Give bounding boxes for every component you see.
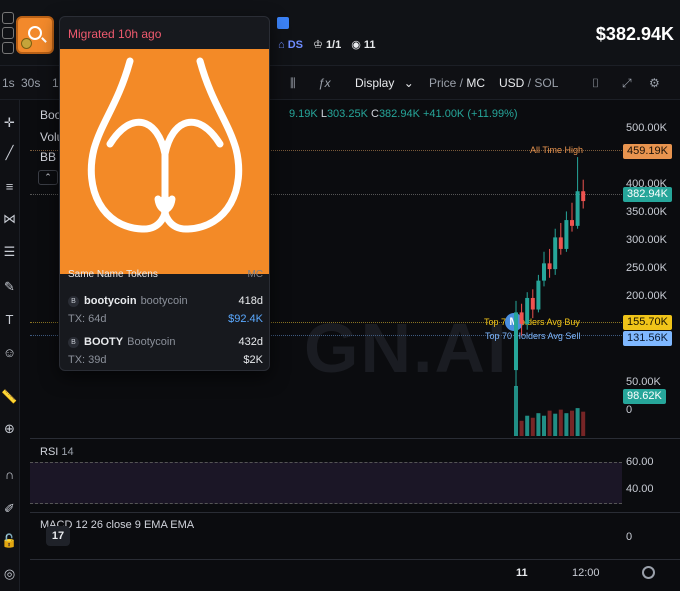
header-mini-icons <box>2 12 14 57</box>
crown-icon: ♔ <box>313 39 323 51</box>
volume-bar <box>536 413 541 436</box>
axis-settings-icon[interactable] <box>642 566 655 579</box>
watchers-stat: ◉ 11 <box>351 39 376 51</box>
volume-bar <box>570 410 574 436</box>
platform-icon: B <box>68 296 79 307</box>
volume-bar <box>547 410 552 436</box>
rsi-level: 40.00 <box>626 483 654 495</box>
volume-bar <box>514 386 518 436</box>
crosshair-icon[interactable]: ✛ <box>1 114 18 131</box>
link-icon[interactable] <box>2 42 14 54</box>
drawing-tools: ✛ ╱ ≡ ⋈ ☰ ✎ T ☺ 📏 ⊕ ∩ ✐ 🔓 ◎ <box>0 100 20 591</box>
volume-bar <box>558 409 563 436</box>
candle-body <box>558 237 563 249</box>
brush-icon[interactable]: ✎ <box>1 278 18 295</box>
migrated-status: Migrated 10h ago <box>68 27 162 41</box>
volume-bar <box>530 417 535 436</box>
currency-toggle[interactable]: USD / SOL <box>499 76 558 90</box>
x-tick-time: 12:00 <box>572 567 600 579</box>
token-artwork-icon <box>87 57 243 233</box>
macd-zero-tick: 0 <box>626 531 633 543</box>
interval-more[interactable]: 1 <box>52 76 59 90</box>
candle-body <box>564 220 569 249</box>
volume-bar <box>519 420 524 436</box>
eye-icon: ◉ <box>351 39 361 51</box>
candle-body <box>530 297 535 310</box>
axis-divider <box>30 559 680 560</box>
volume-bar <box>564 413 569 436</box>
trend-line-icon[interactable]: ╱ <box>1 144 18 161</box>
same-name-header: Same Name Tokens MC <box>68 269 263 280</box>
header-stats: ⌂ DS ♔ 1/1 ◉ 11 <box>278 38 376 52</box>
indicators-icon[interactable]: ƒx <box>318 76 331 90</box>
zoom-in-icon[interactable]: ⊕ <box>1 420 18 437</box>
lock-icon[interactable]: 🔓 <box>1 532 18 549</box>
display-dropdown[interactable]: Display ⌄ <box>355 76 414 90</box>
candle-body <box>570 220 574 226</box>
candle-type-icon[interactable]: ⫼ <box>290 76 296 91</box>
candle-body <box>553 237 558 270</box>
token-image <box>60 49 269 274</box>
ds-link[interactable]: ⌂ DS <box>278 39 303 51</box>
magnet-icon[interactable]: ∩ <box>1 466 18 483</box>
candle-body <box>581 191 586 202</box>
text-icon[interactable]: T <box>1 311 18 328</box>
platform-icon: B <box>68 337 79 348</box>
emoji-icon[interactable]: ☺ <box>1 344 18 361</box>
lock-drawing-icon[interactable]: ✐ <box>1 500 18 517</box>
copy-icon[interactable] <box>2 12 14 24</box>
volume-bar <box>525 415 530 436</box>
pattern-icon[interactable]: ⋈ <box>1 210 18 227</box>
price-mc-toggle[interactable]: Price / MC <box>429 76 485 90</box>
candle-body <box>575 191 580 226</box>
interval-1s[interactable]: 1s <box>2 76 15 90</box>
candle-body <box>547 263 552 270</box>
rsi-band <box>30 462 622 504</box>
candle-body <box>519 312 524 324</box>
horizontal-lines-icon[interactable]: ≡ <box>1 178 18 195</box>
volume-bar <box>581 411 586 436</box>
home-icon[interactable] <box>2 27 14 39</box>
rsi-title: RSI 14 <box>40 446 74 458</box>
volume-bar <box>542 415 546 436</box>
holders-stat: ♔ 1/1 <box>313 39 342 51</box>
settings-icon[interactable]: ⚙ <box>649 76 660 90</box>
search-icon <box>28 26 42 40</box>
rsi-level: 60.00 <box>626 456 654 468</box>
x-tick-day: 11 <box>516 567 528 579</box>
ruler-icon[interactable]: 📏 <box>1 388 18 405</box>
same-name-token-row[interactable]: B bootycoin bootycoin 418d TX: 64d $92.4K <box>68 293 263 333</box>
candle-body <box>542 263 546 281</box>
pane-divider <box>30 438 680 439</box>
interval-30s[interactable]: 30s <box>21 76 40 90</box>
current-price: $382.94K <box>595 24 674 44</box>
token-logo[interactable] <box>16 16 54 54</box>
tradingview-logo[interactable]: 17 <box>46 526 70 546</box>
chevron-down-icon: ⌄ <box>403 76 414 90</box>
fib-icon[interactable]: ☰ <box>1 243 18 260</box>
volume-bar <box>553 413 558 436</box>
platform-badge-icon <box>21 38 32 49</box>
camera-icon[interactable]: ⌷ <box>592 76 599 91</box>
fullscreen-icon[interactable]: ⤢ <box>622 76 632 91</box>
same-name-token-row[interactable]: B BOOTY Bootycoin 432d TX: 39d $2K <box>68 334 263 370</box>
volume-bar <box>575 408 580 436</box>
token-info-popup: Migrated 10h ago Same Name Tokens MC B b… <box>59 16 270 371</box>
verified-icon <box>277 17 289 29</box>
candle-body <box>525 297 530 324</box>
pane-divider <box>30 512 680 513</box>
candle-body <box>536 280 541 310</box>
candle-body <box>514 312 518 371</box>
eye-hide-icon[interactable]: ◎ <box>1 565 18 582</box>
house-icon: ⌂ <box>278 38 285 51</box>
